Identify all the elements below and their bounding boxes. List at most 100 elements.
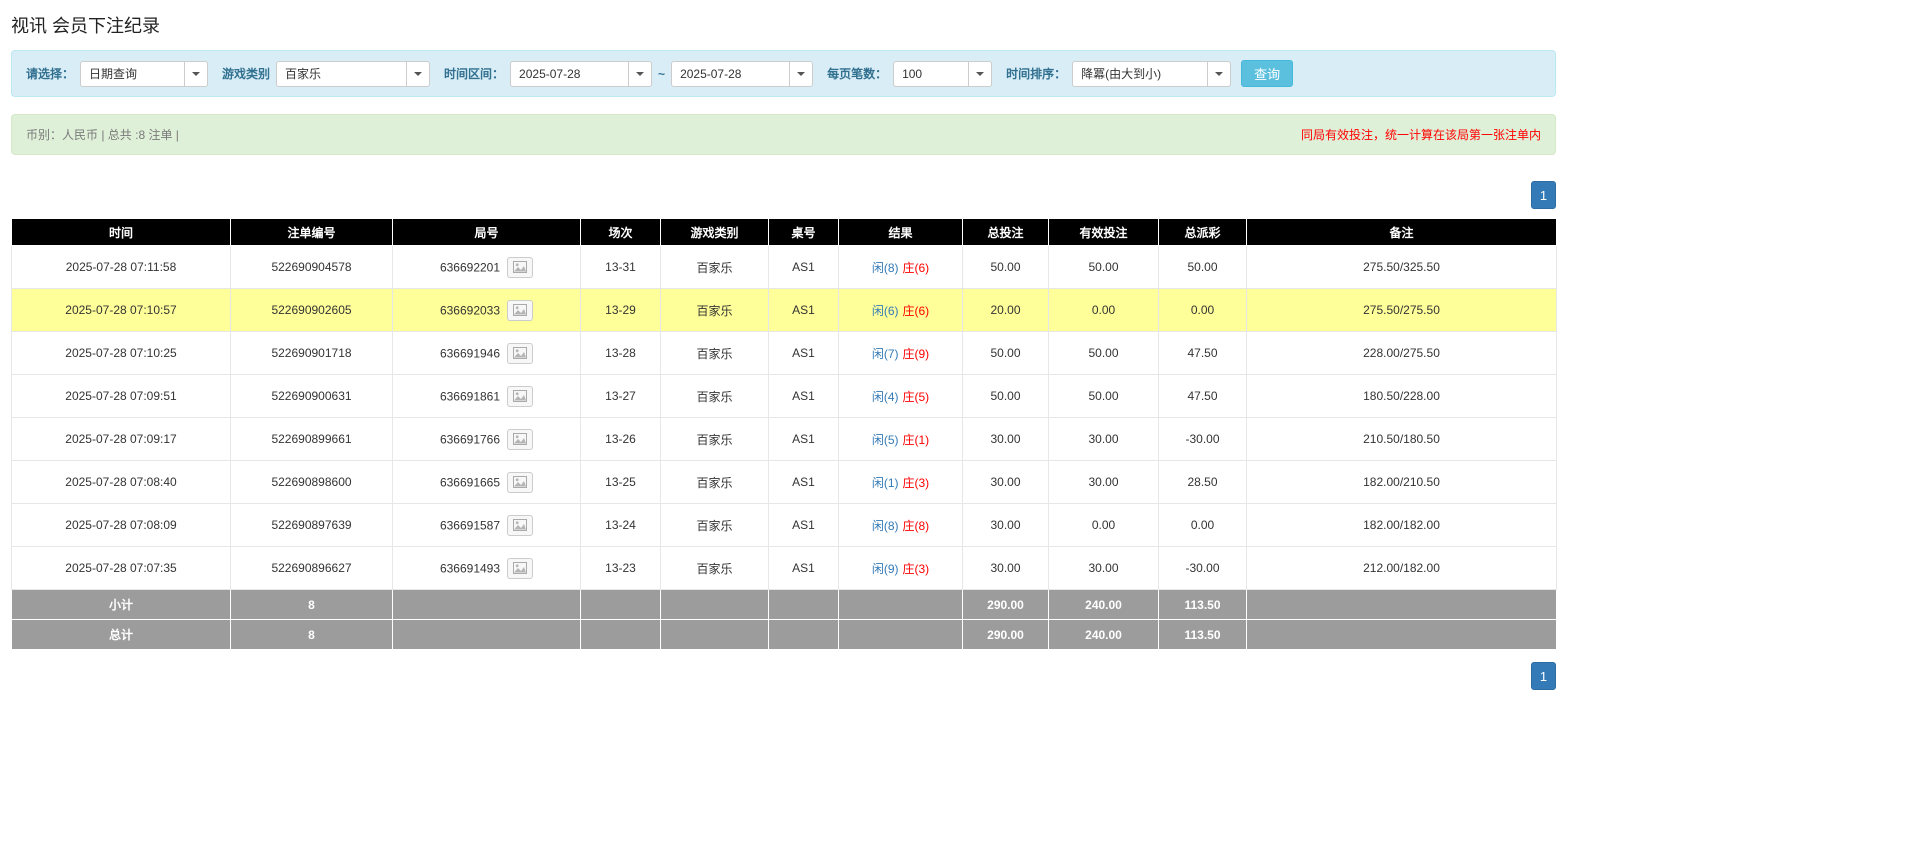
chevron-down-icon (192, 72, 200, 76)
valid-bet-cell: 50.00 (1049, 375, 1159, 418)
table-row[interactable]: 2025-07-28 07:07:35 522690896627 6366914… (12, 547, 1557, 590)
sort-dropdown-button[interactable] (1207, 61, 1231, 87)
result-banker: 庄(3) (903, 476, 930, 490)
session-cell: 13-29 (581, 289, 661, 332)
roadmap-icon[interactable] (507, 558, 533, 579)
time-cell: 2025-07-28 07:09:51 (12, 375, 231, 418)
table-row[interactable]: 2025-07-28 07:10:57 522690902605 6366920… (12, 289, 1557, 332)
sort-value[interactable]: 降冪(由大到小) (1072, 61, 1207, 87)
date-range-separator: ~ (658, 67, 665, 81)
select-label: 请选择： (26, 65, 74, 82)
roadmap-icon[interactable] (507, 472, 533, 493)
result-banker: 庄(5) (903, 390, 930, 404)
total-bet-cell[interactable]: 30.00 (963, 504, 1049, 547)
session-cell: 13-26 (581, 418, 661, 461)
per-page-label: 每页笔数： (827, 65, 887, 82)
total-bet-cell[interactable]: 30.00 (963, 461, 1049, 504)
empty-cell (661, 620, 769, 650)
result-player: 闲(5) (872, 433, 899, 447)
roadmap-icon[interactable] (507, 343, 533, 364)
chevron-down-icon (976, 72, 984, 76)
date-from-value[interactable]: 2025-07-28 (510, 61, 628, 87)
total-bet-cell[interactable]: 30.00 (963, 418, 1049, 461)
table-row[interactable]: 2025-07-28 07:09:51 522690900631 6366918… (12, 375, 1557, 418)
result-cell: 闲(6)庄(6) (839, 289, 963, 332)
time-cell: 2025-07-28 07:07:35 (12, 547, 231, 590)
result-cell: 闲(1)庄(3) (839, 461, 963, 504)
page-1-button[interactable]: 1 (1531, 181, 1556, 209)
total-count: 8 (231, 620, 393, 650)
roadmap-icon[interactable] (507, 386, 533, 407)
session-cell: 13-24 (581, 504, 661, 547)
result-player: 闲(8) (872, 261, 899, 275)
round-id: 636691946 (440, 346, 500, 360)
query-type-value[interactable]: 日期查询 (80, 61, 184, 87)
game-type-label: 游戏类别 (222, 65, 270, 82)
roadmap-icon[interactable] (507, 515, 533, 536)
round-cell: 636692033 (393, 289, 581, 332)
table-row[interactable]: 2025-07-28 07:11:58 522690904578 6366922… (12, 246, 1557, 289)
time-cell: 2025-07-28 07:10:57 (12, 289, 231, 332)
game-cell: 百家乐 (661, 547, 769, 590)
total-bet-cell[interactable]: 50.00 (963, 246, 1049, 289)
total-bet-cell[interactable]: 50.00 (963, 332, 1049, 375)
session-cell: 13-25 (581, 461, 661, 504)
per-page-combo: 100 (893, 61, 992, 87)
game-cell: 百家乐 (661, 289, 769, 332)
per-page-dropdown-button[interactable] (968, 61, 992, 87)
date-from-dropdown-button[interactable] (628, 61, 652, 87)
table-header-row: 时间 注单编号 局号 场次 游戏类别 桌号 结果 总投注 有效投注 总派彩 备注 (12, 219, 1557, 246)
payout-cell: 47.50 (1159, 375, 1247, 418)
round-id: 636691766 (440, 432, 500, 446)
remark-cell: 228.00/275.50 (1247, 332, 1557, 375)
table-no-cell: AS1 (769, 547, 839, 590)
game-cell: 百家乐 (661, 504, 769, 547)
table-row[interactable]: 2025-07-28 07:10:25 522690901718 6366919… (12, 332, 1557, 375)
table-row[interactable]: 2025-07-28 07:08:40 522690898600 6366916… (12, 461, 1557, 504)
game-type-dropdown-button[interactable] (406, 61, 430, 87)
result-cell: 闲(8)庄(8) (839, 504, 963, 547)
header-remark: 备注 (1247, 219, 1557, 246)
remark-cell: 212.00/182.00 (1247, 547, 1557, 590)
query-type-dropdown-button[interactable] (184, 61, 208, 87)
result-player: 闲(8) (872, 519, 899, 533)
total-bet-cell[interactable]: 20.00 (963, 289, 1049, 332)
bet-id-cell: 522690904578 (231, 246, 393, 289)
remark-cell: 180.50/228.00 (1247, 375, 1557, 418)
roadmap-icon[interactable] (507, 429, 533, 450)
table-row[interactable]: 2025-07-28 07:09:17 522690899661 6366917… (12, 418, 1557, 461)
time-cell: 2025-07-28 07:08:09 (12, 504, 231, 547)
game-cell: 百家乐 (661, 246, 769, 289)
table-row[interactable]: 2025-07-28 07:08:09 522690897639 6366915… (12, 504, 1557, 547)
round-cell: 636691861 (393, 375, 581, 418)
roadmap-icon[interactable] (507, 300, 533, 321)
bet-id-cell: 522690901718 (231, 332, 393, 375)
sort-label: 时间排序： (1006, 65, 1066, 82)
result-cell: 闲(4)庄(5) (839, 375, 963, 418)
subtotal-valid-bet: 240.00 (1049, 590, 1159, 620)
bet-id-cell: 522690896627 (231, 547, 393, 590)
filter-bar: 请选择： 日期查询 游戏类别 百家乐 时间区间： 2025-07-28 ~ 20… (11, 50, 1556, 97)
query-type-combo: 日期查询 (80, 61, 208, 87)
empty-cell (393, 590, 581, 620)
per-page-value[interactable]: 100 (893, 61, 968, 87)
header-result: 结果 (839, 219, 963, 246)
roadmap-icon[interactable] (507, 257, 533, 278)
date-to-value[interactable]: 2025-07-28 (671, 61, 789, 87)
bet-id-cell: 522690900631 (231, 375, 393, 418)
table-no-cell: AS1 (769, 289, 839, 332)
header-round: 局号 (393, 219, 581, 246)
round-id: 636691587 (440, 518, 500, 532)
result-player: 闲(6) (872, 304, 899, 318)
result-banker: 庄(6) (903, 261, 930, 275)
total-bet-cell[interactable]: 30.00 (963, 547, 1049, 590)
page-1-button[interactable]: 1 (1531, 662, 1556, 690)
remark-cell: 275.50/275.50 (1247, 289, 1557, 332)
table-no-cell: AS1 (769, 461, 839, 504)
payout-cell: 0.00 (1159, 504, 1247, 547)
total-bet-cell[interactable]: 50.00 (963, 375, 1049, 418)
sort-combo: 降冪(由大到小) (1072, 61, 1231, 87)
search-button[interactable]: 查询 (1241, 60, 1293, 87)
game-type-value[interactable]: 百家乐 (276, 61, 406, 87)
date-to-dropdown-button[interactable] (789, 61, 813, 87)
